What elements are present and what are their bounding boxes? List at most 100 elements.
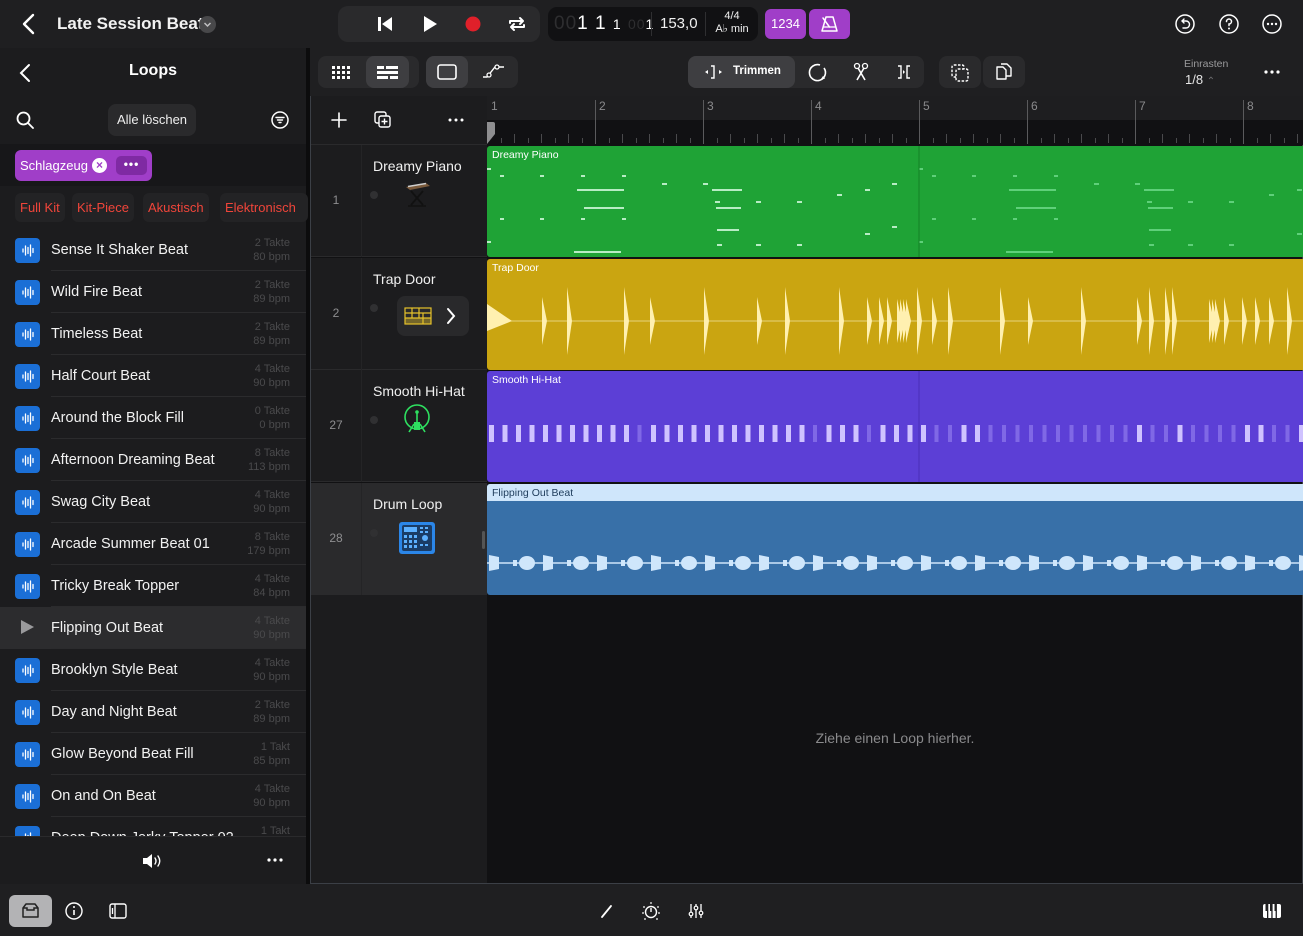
copy-button[interactable] [983, 56, 1025, 88]
duplicate-track-button[interactable] [372, 109, 394, 131]
search-button[interactable] [15, 110, 35, 130]
loop-item[interactable]: Brooklyn Style Beat 4 Takte 90 bpm [0, 649, 306, 691]
playhead-handle[interactable] [487, 122, 495, 144]
help-button[interactable] [1217, 12, 1241, 36]
go-to-start-button[interactable] [370, 12, 400, 36]
filter-chip-kit-piece[interactable]: Kit-Piece [72, 193, 135, 222]
bar-line [1243, 100, 1244, 144]
loop-item[interactable]: Tricky Break Topper 4 Takte 84 bpm [0, 565, 306, 607]
loop-item[interactable]: Around the Block Fill 0 Takte 0 bpm [0, 397, 306, 439]
preview-volume-button[interactable] [141, 850, 165, 872]
loop-list[interactable]: Sense It Shaker Beat 2 Takte 80 bpm Wild Fi… [0, 229, 306, 836]
timeline-ruler[interactable]: 1 2 3 4 5 6 7 8 [487, 96, 1303, 145]
lcd-display[interactable]: 001 1 1 001 153,0 4/4 A♭ min [548, 7, 758, 41]
loop-bars: 4 Takte [254, 615, 290, 627]
loop-item[interactable]: Afternoon Dreaming Beat 8 Takte 113 bpm [0, 439, 306, 481]
smart-controls-button[interactable] [640, 900, 662, 922]
ruler-tick [581, 138, 583, 143]
track-header[interactable]: 1 Dreamy Piano [311, 145, 487, 257]
back-button[interactable] [18, 12, 40, 36]
trim-tool-button[interactable]: Trimmen [688, 56, 795, 88]
ruler-tick [568, 134, 569, 143]
project-title[interactable]: Late Session Beat [57, 14, 203, 34]
ruler-tick [743, 138, 745, 143]
snap-value-selector[interactable]: 1/8 ⌃ [1185, 72, 1215, 87]
region-mode-button[interactable] [426, 56, 468, 88]
filter-chip-akustisch[interactable]: Akustisch [143, 193, 209, 222]
project-menu-button[interactable] [199, 16, 216, 33]
region[interactable]: Dreamy Piano [487, 146, 1303, 257]
automation-curve-icon [483, 64, 504, 78]
info-button[interactable] [63, 900, 85, 922]
track-options-button[interactable] [446, 112, 466, 128]
remove-tag-icon[interactable]: × [92, 158, 107, 173]
undo-button[interactable] [1173, 12, 1197, 36]
metronome-button[interactable] [809, 9, 850, 39]
ruler-tick [1189, 134, 1190, 143]
loop-item[interactable]: Wild Fire Beat 2 Takte 89 bpm [0, 271, 306, 313]
live-loops-view-button[interactable] [318, 56, 364, 88]
loop-item[interactable]: Day and Night Beat 2 Takte 89 bpm [0, 691, 306, 733]
ruler-tick [730, 134, 731, 143]
filter-chip-elektronisch[interactable]: Elektronisch [220, 193, 308, 222]
more-button[interactable] [1260, 12, 1284, 36]
loop-item[interactable]: On and On Beat 4 Takte 90 bpm [0, 775, 306, 817]
ruler-tick [757, 134, 758, 143]
loop-meta: 8 Takte 113 bpm [248, 446, 290, 474]
filter-chip-full-kit[interactable]: Full Kit [15, 193, 65, 222]
resize-handle[interactable] [482, 530, 485, 549]
loop-browser-button[interactable] [9, 895, 52, 927]
loop-name: Timeless Beat [51, 326, 143, 342]
position-division: 1 [612, 16, 622, 32]
cycle-icon [509, 17, 525, 31]
drum-machine-icon [398, 521, 436, 555]
loop-browser-more-button[interactable] [265, 852, 285, 868]
record-button[interactable] [458, 12, 488, 36]
filter-button[interactable] [270, 110, 290, 130]
duplicate-button[interactable] [939, 56, 981, 88]
loop-name: Half Court Beat [51, 368, 151, 384]
mixer-button[interactable] [685, 900, 707, 922]
count-in-button[interactable]: 1234 [765, 9, 806, 39]
play-icon [424, 16, 437, 32]
track-header[interactable]: 28 Drum Loop [311, 482, 487, 595]
loop-item[interactable]: Deep Down Jerky Topper 021 Takt [0, 817, 306, 836]
join-tool-button[interactable] [884, 56, 924, 88]
loop-name: Brooklyn Style Beat [51, 662, 178, 678]
split-tool-button[interactable] [841, 56, 881, 88]
drummer-pattern-icon[interactable] [397, 295, 469, 336]
loop-item[interactable]: Swag City Beat 4 Takte 90 bpm [0, 481, 306, 523]
region[interactable]: Smooth Hi-Hat [487, 371, 1303, 482]
play-preview-icon[interactable] [21, 620, 34, 634]
add-track-button[interactable] [329, 110, 349, 130]
tag-more-button[interactable]: ••• [116, 156, 147, 175]
clear-all-button[interactable]: Alle löschen [108, 104, 196, 136]
loop-bpm: 80 bpm [253, 251, 290, 263]
loop-item[interactable]: Flipping Out Beat 4 Takte 90 bpm [0, 607, 306, 649]
keyboard-button[interactable] [1261, 900, 1283, 922]
edit-pencil-button[interactable] [596, 900, 618, 922]
play-button[interactable] [415, 12, 445, 36]
loop-bpm: 179 bpm [247, 545, 290, 557]
track-header[interactable]: 27 Smooth Hi-Hat [311, 370, 487, 482]
bar-line [919, 100, 920, 144]
ruler-tick [865, 134, 866, 143]
loop-item[interactable]: Sense It Shaker Beat 2 Takte 80 bpm [0, 229, 306, 271]
automation-mode-button[interactable] [474, 56, 516, 88]
loop-item[interactable]: Timeless Beat 2 Takte 89 bpm [0, 313, 306, 355]
region[interactable]: Flipping Out Beat [487, 483, 1303, 595]
tempo-value: 153,0 [660, 15, 698, 32]
track-header[interactable]: 2 Trap Door [311, 257, 487, 370]
loop-item[interactable]: Glow Beyond Beat Fill 1 Takt 85 bpm [0, 733, 306, 775]
inspector-button[interactable] [107, 900, 129, 922]
toolbar-more-button[interactable] [1262, 62, 1282, 82]
cycle-button[interactable] [502, 12, 532, 36]
tracks-view-button[interactable] [366, 56, 409, 88]
loop-bpm: 90 bpm [253, 671, 290, 683]
active-tag-schlagzeug[interactable]: Schlagzeug × ••• [15, 150, 152, 181]
ruler-tick [959, 138, 961, 143]
loop-tool-button[interactable] [798, 56, 838, 88]
loop-item[interactable]: Half Court Beat 4 Takte 90 bpm [0, 355, 306, 397]
region[interactable]: Trap Door [487, 258, 1303, 370]
loop-item[interactable]: Arcade Summer Beat 01 8 Takte 179 bpm [0, 523, 306, 565]
